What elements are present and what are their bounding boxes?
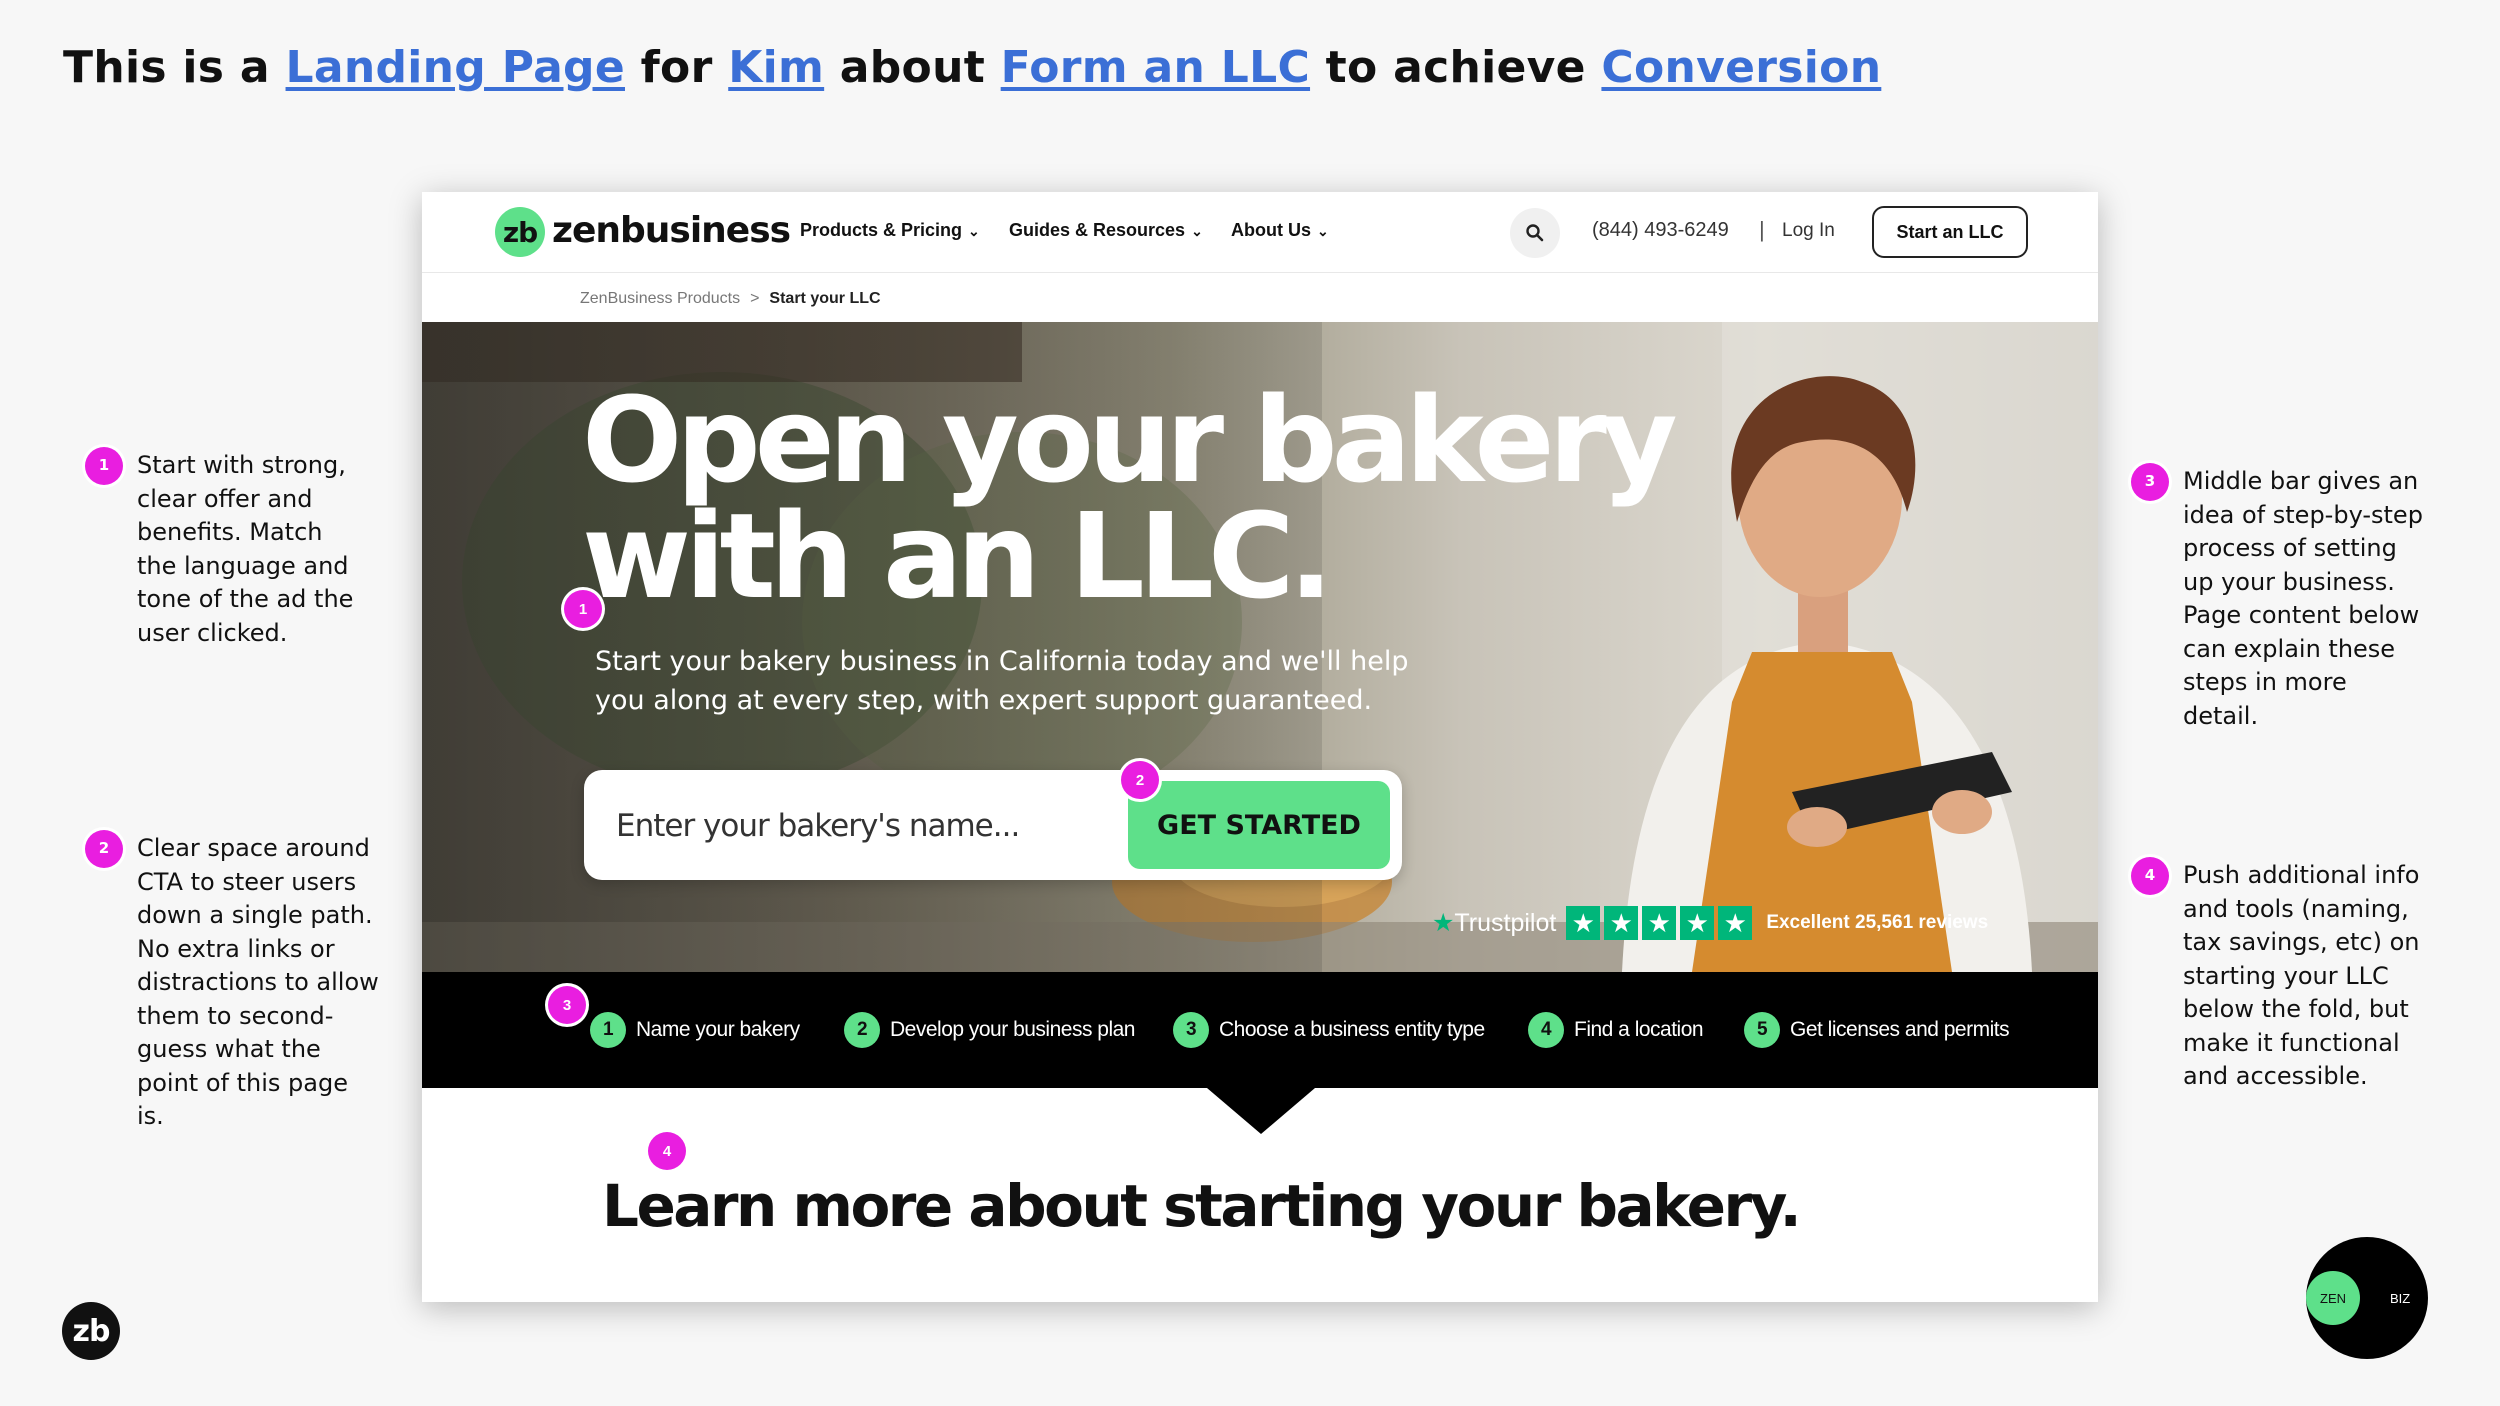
site-header: zb zenbusiness Products & Pricing ⌄ Guide… [422, 192, 2098, 273]
steps-bar: 1 Name your bakery 2 Develop your business… [422, 972, 2098, 1088]
biz-label: BIZ [2390, 1291, 2411, 1306]
annotation-badge: 4 [648, 1132, 686, 1170]
step-number: 5 [1744, 1012, 1780, 1048]
slide-title: This is a Landing Page for Kim about For… [63, 42, 1881, 93]
trustpilot-reviews: Excellent 25,561 reviews [1766, 912, 1989, 933]
annotation-badge: 2 [1121, 761, 1159, 799]
learn-more-heading: Learn more about starting your bakery. [602, 1172, 1802, 1240]
step-number: 1 [590, 1012, 626, 1048]
note-badge: 3 [2131, 463, 2169, 501]
zenbiz-badge: ZEN BIZ [2306, 1237, 2428, 1359]
topic-link[interactable]: Form an LLC [1001, 42, 1310, 93]
note-badge: 4 [2131, 857, 2169, 895]
zb-logo: zb [62, 1302, 120, 1360]
logo-wordmark[interactable]: zenbusiness [552, 210, 791, 251]
star-icon: ★ [1680, 906, 1715, 940]
trustpilot-star-icon: ★ [1432, 909, 1455, 937]
note-text: Middle bar gives an idea of step-by-step… [2183, 467, 2423, 730]
trustpilot-brand: Trustpilot [1454, 909, 1557, 937]
step-item[interactable]: 2 Develop your business plan [844, 1012, 1136, 1048]
login-link[interactable]: Log In [1782, 220, 1835, 242]
trustpilot-logo: ★Trustpilot [1432, 908, 1556, 938]
start-llc-button[interactable]: Start an LLC [1872, 206, 2028, 258]
nav-separator: | [1759, 217, 1765, 242]
star-icon: ★ [1566, 906, 1601, 940]
cta-form: GET STARTED [584, 770, 1402, 880]
landing-page-screenshot: zb zenbusiness Products & Pricing ⌄ Guide… [422, 192, 2098, 1302]
hero-subtitle: Start your bakery business in California… [595, 646, 1409, 716]
breadcrumb: ZenBusiness Products > Start your LLC [580, 290, 881, 308]
goal-link[interactable]: Conversion [1601, 42, 1881, 93]
page-type-link[interactable]: Landing Page [286, 42, 625, 93]
annotation-badge: 3 [548, 986, 586, 1024]
note-badge: 2 [85, 830, 123, 868]
step-item[interactable]: 4 Find a location [1528, 1012, 1704, 1048]
step-label: Develop your business plan [890, 1018, 1136, 1041]
step-number: 3 [1173, 1012, 1209, 1048]
annotation-badge: 1 [564, 590, 602, 628]
step-number: 4 [1528, 1012, 1564, 1048]
get-started-button[interactable]: GET STARTED [1128, 781, 1390, 869]
steps-pointer [1207, 1088, 1315, 1134]
bakery-name-input[interactable] [614, 798, 1088, 854]
title-text: to achieve [1310, 42, 1602, 93]
note-text: Push additional info and tools (naming, … [2183, 861, 2420, 1090]
search-icon [1526, 224, 1544, 242]
step-label: Name your bakery [636, 1018, 800, 1041]
step-label: Find a location [1574, 1018, 1704, 1041]
step-item[interactable]: 1 Name your bakery [590, 1012, 800, 1048]
title-text: This is a [63, 42, 286, 93]
breadcrumb-separator: > [750, 290, 760, 307]
breadcrumb-parent[interactable]: ZenBusiness Products [580, 290, 740, 307]
nav-label: About Us [1231, 220, 1311, 240]
step-item[interactable]: 5 Get licenses and permits [1744, 1012, 2010, 1048]
breadcrumb-current: Start your LLC [769, 290, 881, 307]
hero-title-line: Open your bakery [582, 371, 1678, 509]
phone-number[interactable]: (844) 493-6249 [1592, 219, 1729, 242]
nav-products-pricing[interactable]: Products & Pricing ⌄ [800, 220, 980, 241]
nav-guides-resources[interactable]: Guides & Resources ⌄ [1009, 220, 1203, 241]
nav-about-us[interactable]: About Us ⌄ [1231, 220, 1329, 241]
step-label: Choose a business entity type [1219, 1018, 1485, 1041]
nav-label: Guides & Resources [1009, 220, 1186, 240]
star-icon: ★ [1718, 906, 1753, 940]
step-item[interactable]: 3 Choose a business entity type [1173, 1012, 1485, 1048]
nav-label: Products & Pricing [800, 220, 963, 240]
step-label: Get licenses and permits [1790, 1018, 2010, 1041]
note-badge: 1 [85, 447, 123, 485]
chevron-down-icon: ⌄ [1317, 223, 1329, 239]
step-number: 2 [844, 1012, 880, 1048]
note-text: Start with strong, clear offer and benef… [137, 451, 354, 647]
logo-mark[interactable]: zb [495, 207, 545, 257]
title-text: about [824, 42, 1001, 93]
persona-link[interactable]: Kim [728, 42, 824, 93]
chevron-down-icon: ⌄ [968, 223, 980, 239]
hero-title-line: with an LLC. [582, 487, 1333, 625]
search-button[interactable] [1510, 208, 1560, 258]
note-text: Clear space around CTA to steer users do… [137, 834, 379, 1130]
title-text: for [625, 42, 729, 93]
zen-label: ZEN [2306, 1271, 2360, 1325]
chevron-down-icon: ⌄ [1191, 223, 1203, 239]
hero-section: Open your bakery with an LLC. 1 Start yo… [422, 322, 2098, 972]
trustpilot-rating[interactable]: ★Trustpilot ★ ★ ★ ★ ★ Excellent 25,561 r… [1432, 906, 1988, 940]
star-icon: ★ [1642, 906, 1677, 940]
star-icon: ★ [1604, 906, 1639, 940]
hero-title: Open your bakery with an LLC. [582, 371, 1678, 625]
